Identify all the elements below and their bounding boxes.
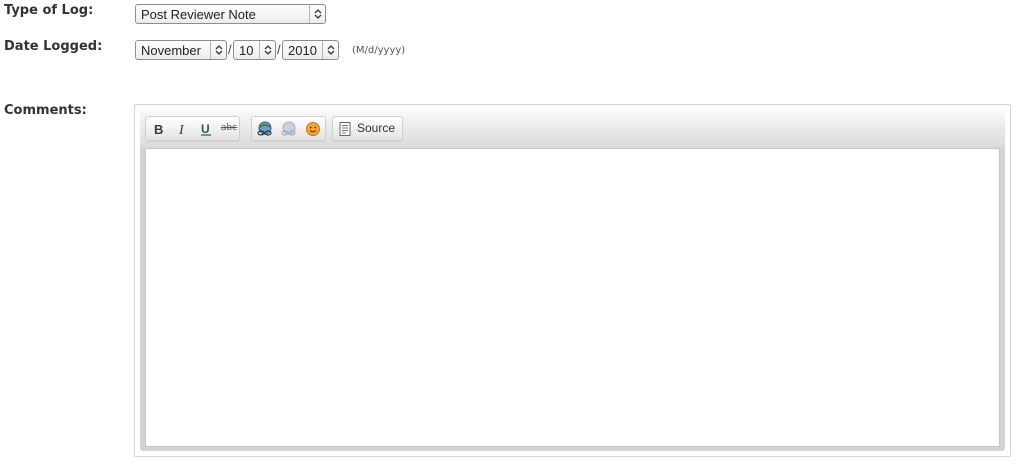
strikethrough-button[interactable]: abc [218, 118, 240, 139]
type-of-log-value: Post Reviewer Note [141, 7, 256, 22]
month-select[interactable]: November [135, 40, 227, 60]
source-group: Source [332, 116, 403, 141]
select-arrow-icon [309, 5, 325, 23]
editor-toolbar: B I U abc Source [140, 110, 1005, 148]
type-of-log-label: Type of Log: [4, 3, 94, 18]
svg-text:B: B [154, 123, 163, 135]
svg-text:U: U [201, 122, 210, 136]
date-logged-label: Date Logged: [4, 39, 103, 54]
smiley-icon [306, 121, 320, 136]
svg-text:I: I [178, 123, 185, 135]
unlink-icon [281, 121, 296, 136]
select-arrow-icon [210, 41, 226, 59]
comments-label: Comments: [4, 103, 87, 118]
comments-editor: B I U abc Source [134, 104, 1011, 457]
link-group [251, 116, 326, 141]
year-value: 2010 [288, 43, 317, 58]
underline-icon: U [201, 122, 211, 136]
day-select[interactable]: 10 [233, 40, 276, 60]
italic-button[interactable]: I [171, 118, 193, 139]
italic-icon: I [178, 123, 185, 138]
date-separator: / [228, 42, 232, 57]
text-format-group: B I U abc [145, 116, 240, 141]
source-label: Source [357, 121, 396, 135]
bold-button[interactable]: B [148, 118, 170, 139]
smiley-button[interactable] [302, 118, 324, 139]
link-button[interactable] [254, 118, 276, 139]
unlink-button[interactable] [278, 118, 300, 139]
year-select[interactable]: 2010 [282, 40, 339, 60]
underline-button[interactable]: U [195, 118, 217, 139]
comments-content-area[interactable] [145, 148, 1000, 447]
month-value: November [141, 43, 201, 58]
editor-frame: B I U abc Source [140, 110, 1005, 451]
bold-icon: B [154, 122, 163, 137]
source-icon [339, 122, 351, 136]
type-of-log-select[interactable]: Post Reviewer Note [135, 4, 326, 24]
date-format-hint: (M/d/yyyy) [352, 45, 406, 56]
source-button[interactable]: Source [337, 118, 399, 139]
link-icon [257, 121, 272, 136]
day-value: 10 [239, 43, 254, 58]
select-arrow-icon [322, 41, 338, 59]
date-separator: / [277, 42, 281, 57]
select-arrow-icon [259, 41, 275, 59]
